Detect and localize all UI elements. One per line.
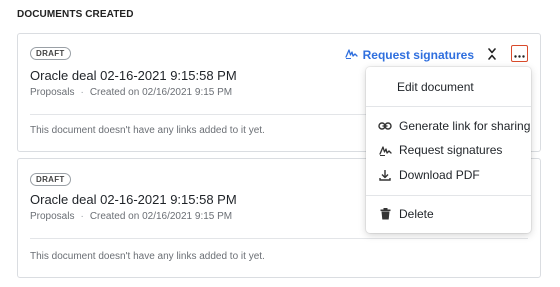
menu-separator xyxy=(366,106,531,107)
section-heading: DOCUMENTS CREATED xyxy=(17,9,134,20)
menu-item-label: Delete xyxy=(399,207,434,221)
menu-item-label: Request signatures xyxy=(399,143,503,157)
status-badge: DRAFT xyxy=(30,173,71,186)
menu-item-label: Edit document xyxy=(397,80,474,94)
menu-item-label: Generate link for sharing xyxy=(399,119,531,133)
request-signatures-link[interactable]: Request signatures xyxy=(344,48,474,62)
document-created: Created on 02/16/2021 9:15 PM xyxy=(89,211,233,222)
meta-separator: · xyxy=(80,87,84,98)
document-created: Created on 02/16/2021 9:15 PM xyxy=(89,87,233,98)
document-meta: Proposals · Created on 02/16/2021 9:15 P… xyxy=(30,87,232,98)
menu-item-download-pdf[interactable]: Download PDF xyxy=(366,164,531,186)
link-icon xyxy=(378,119,392,133)
menu-item-request-signatures[interactable]: Request signatures xyxy=(366,139,531,161)
divider xyxy=(30,238,528,239)
menu-item-generate-link[interactable]: Generate link for sharing xyxy=(366,115,531,137)
menu-item-edit-document[interactable]: Edit document xyxy=(366,76,531,98)
collapse-icon xyxy=(487,47,497,65)
signature-icon xyxy=(378,143,392,157)
request-signatures-label: Request signatures xyxy=(362,48,474,62)
menu-item-delete[interactable]: Delete xyxy=(366,203,531,225)
status-badge: DRAFT xyxy=(30,47,71,60)
trash-icon xyxy=(378,207,392,221)
meta-separator: · xyxy=(80,211,84,222)
more-icon xyxy=(514,45,525,63)
document-actions-menu: Edit document Generate link for sharing … xyxy=(366,67,531,233)
menu-separator xyxy=(366,195,531,196)
menu-item-label: Download PDF xyxy=(399,168,480,182)
signature-icon xyxy=(344,48,358,62)
document-category: Proposals xyxy=(30,211,75,222)
links-empty-note: This document doesn't have any links add… xyxy=(30,125,265,136)
document-meta: Proposals · Created on 02/16/2021 9:15 P… xyxy=(30,211,232,222)
more-options-button[interactable] xyxy=(511,45,528,62)
links-empty-note: This document doesn't have any links add… xyxy=(30,251,265,262)
download-icon xyxy=(378,168,392,182)
document-title[interactable]: Oracle deal 02-16-2021 9:15:58 PM xyxy=(30,68,237,83)
collapse-button[interactable] xyxy=(484,48,500,64)
document-title[interactable]: Oracle deal 02-16-2021 9:15:58 PM xyxy=(30,192,237,207)
document-category: Proposals xyxy=(30,87,75,98)
